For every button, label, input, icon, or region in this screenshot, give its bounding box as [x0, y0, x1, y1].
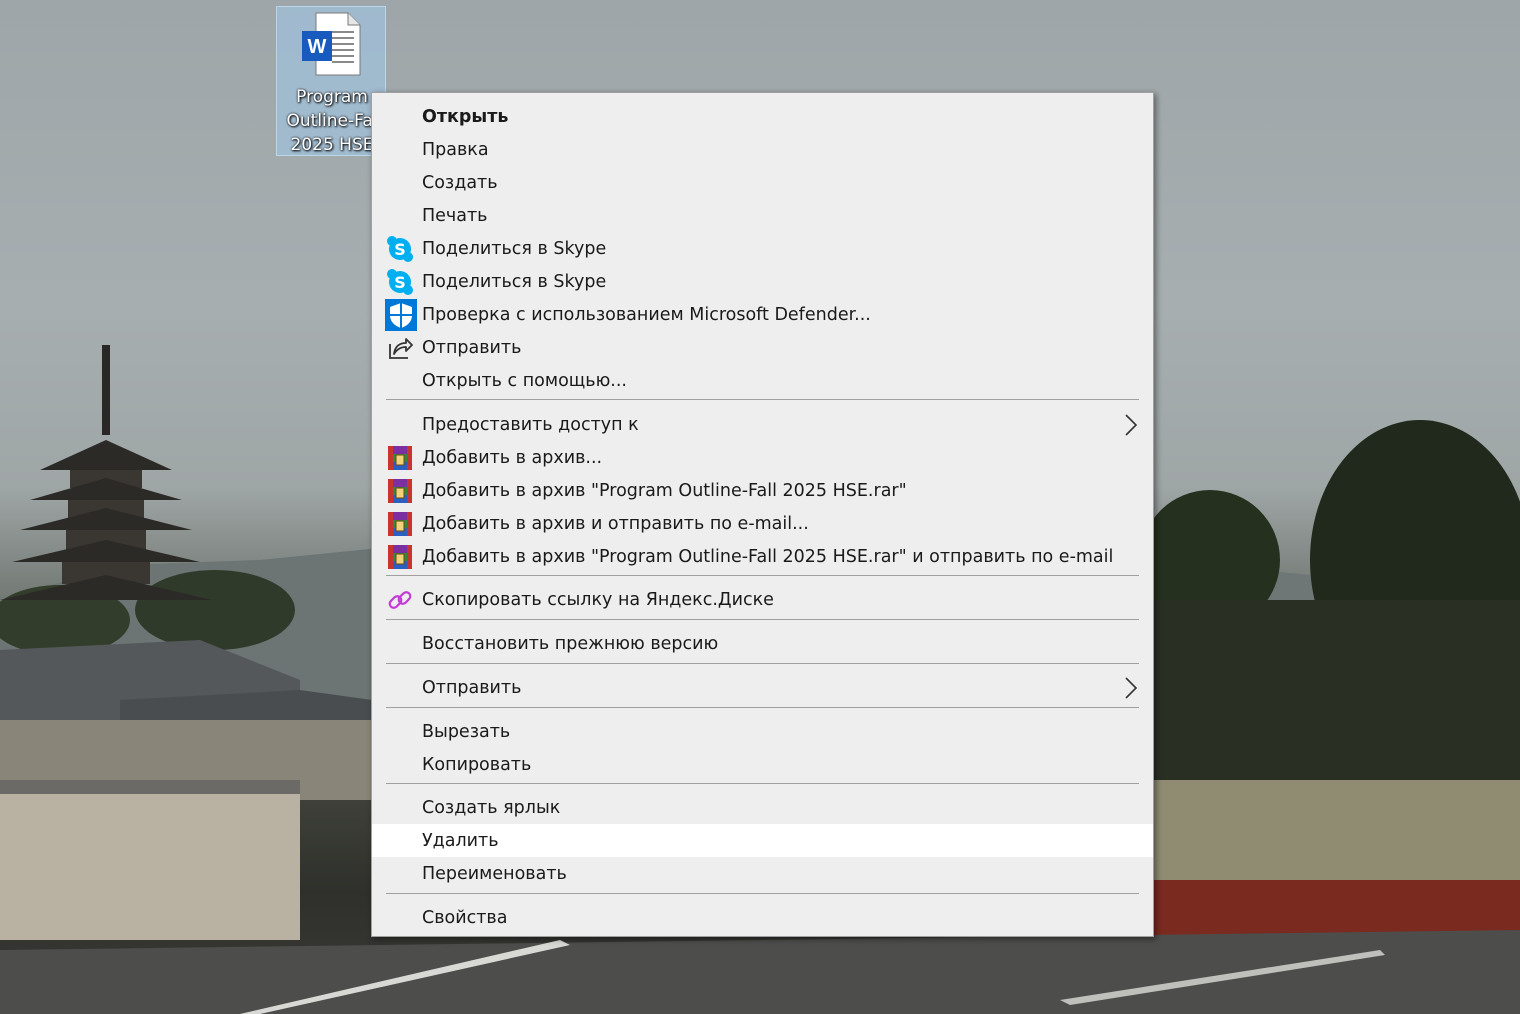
menu-item-copy[interactable]: Копировать: [372, 748, 1153, 781]
menu-item-label: Создать: [422, 173, 498, 193]
menu-item-add-to-archive[interactable]: Добавить в архив...: [372, 441, 1153, 474]
menu-item-print[interactable]: Печать: [372, 199, 1153, 232]
menu-item-label: Добавить в архив "Program Outline-Fall 2…: [422, 547, 1114, 567]
menu-item-label: Создать ярлык: [422, 798, 561, 818]
share-icon: [389, 338, 413, 359]
menu-item-defender-scan[interactable]: Проверка с использованием Microsoft Defe…: [372, 298, 1153, 331]
menu-item-label: Отправить: [422, 338, 522, 358]
menu-item-open[interactable]: Открыть: [372, 100, 1153, 133]
menu-item-label: Открыть с помощью...: [422, 371, 627, 391]
chevron-right-icon: [1125, 677, 1138, 699]
link-icon: [388, 591, 412, 609]
skype-icon: S: [387, 269, 413, 295]
context-menu: Открыть Правка Создать Печать S Поделить…: [371, 92, 1154, 937]
menu-item-label: Печать: [422, 206, 488, 226]
svg-text:S: S: [394, 240, 406, 259]
menu-item-share[interactable]: Отправить: [372, 331, 1153, 364]
winrar-icon: [388, 545, 412, 569]
menu-item-rar-and-email[interactable]: Добавить в архив "Program Outline-Fall 2…: [372, 540, 1153, 573]
menu-item-label: Открыть: [422, 107, 509, 127]
menu-item-label: Удалить: [422, 831, 499, 851]
chevron-right-icon: [1125, 414, 1138, 436]
menu-item-delete[interactable]: Удалить: [372, 824, 1153, 857]
menu-item-label: Поделиться в Skype: [422, 239, 607, 259]
menu-item-open-with[interactable]: Открыть с помощью...: [372, 364, 1153, 397]
menu-item-give-access[interactable]: Предоставить доступ к: [372, 408, 1153, 441]
menu-item-label: Переименовать: [422, 864, 567, 884]
menu-item-label: Проверка с использованием Microsoft Defe…: [422, 305, 871, 325]
winrar-icon: [388, 446, 412, 470]
menu-item-label: Добавить в архив "Program Outline-Fall 2…: [422, 481, 907, 501]
menu-item-send-to[interactable]: Отправить: [372, 671, 1153, 704]
menu-item-share-skype-2[interactable]: S Поделиться в Skype: [372, 265, 1153, 298]
menu-separator: [386, 783, 1139, 784]
menu-item-properties[interactable]: Свойства: [372, 901, 1153, 934]
menu-item-restore-version[interactable]: Восстановить прежнюю версию: [372, 627, 1153, 660]
menu-item-label: Вырезать: [422, 722, 511, 742]
menu-item-label: Свойства: [422, 908, 508, 928]
menu-item-rename[interactable]: Переименовать: [372, 857, 1153, 890]
menu-item-edit[interactable]: Правка: [372, 133, 1153, 166]
menu-item-add-to-rar[interactable]: Добавить в архив "Program Outline-Fall 2…: [372, 474, 1153, 507]
menu-item-label: Отправить: [422, 678, 522, 698]
winrar-icon: [388, 512, 412, 536]
menu-item-label: Поделиться в Skype: [422, 272, 607, 292]
svg-text:W: W: [308, 36, 327, 58]
menu-separator: [386, 707, 1139, 708]
menu-item-label: Добавить в архив и отправить по e-mail..…: [422, 514, 809, 534]
menu-item-new[interactable]: Создать: [372, 166, 1153, 199]
menu-item-label: Предоставить доступ к: [422, 415, 639, 435]
menu-item-share-skype[interactable]: S Поделиться в Skype: [372, 232, 1153, 265]
menu-item-label: Добавить в архив...: [422, 448, 603, 468]
word-document-icon: W: [302, 12, 361, 76]
winrar-icon: [388, 479, 412, 503]
menu-separator: [386, 575, 1139, 576]
desktop-file-icon[interactable]: W Program Outline-Fal 2025 HSE: [276, 6, 386, 156]
desktop[interactable]: W Program Outline-Fal 2025 HSE Открыть П…: [0, 0, 1520, 1014]
menu-item-archive-and-email[interactable]: Добавить в архив и отправить по e-mail..…: [372, 507, 1153, 540]
menu-item-label: Правка: [422, 140, 489, 160]
menu-item-label: Восстановить прежнюю версию: [422, 634, 719, 654]
menu-separator: [386, 399, 1139, 400]
menu-separator: [386, 893, 1139, 894]
menu-separator: [386, 619, 1139, 620]
menu-item-label: Скопировать ссылку на Яндекс.Диске: [422, 590, 774, 610]
menu-item-label: Копировать: [422, 755, 532, 775]
svg-text:S: S: [394, 273, 406, 292]
menu-item-create-shortcut[interactable]: Создать ярлык: [372, 791, 1153, 824]
menu-item-copy-yandex-link[interactable]: Скопировать ссылку на Яндекс.Диске: [372, 583, 1153, 616]
menu-separator: [386, 663, 1139, 664]
defender-shield-icon: [385, 299, 417, 331]
skype-icon: S: [387, 236, 413, 262]
menu-item-cut[interactable]: Вырезать: [372, 715, 1153, 748]
